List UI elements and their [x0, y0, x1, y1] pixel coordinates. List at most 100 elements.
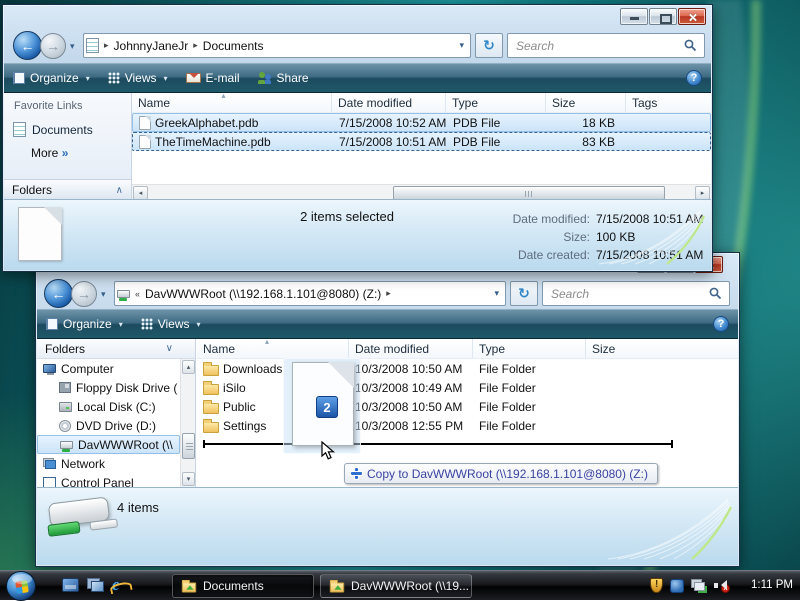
tree-item-floppy[interactable]: Floppy Disk Drive (: [37, 378, 180, 397]
column-header-size[interactable]: Size: [546, 93, 626, 112]
column-header-name[interactable]: ▴Name: [132, 93, 332, 112]
refresh-button[interactable]: ↻: [510, 281, 538, 306]
scroll-up-button[interactable]: ▴: [182, 360, 195, 374]
organize-button[interactable]: Organize▾: [13, 71, 90, 85]
forward-button[interactable]: →: [71, 281, 97, 307]
folder-icon: [203, 403, 219, 414]
tree-item-computer[interactable]: Computer: [37, 359, 180, 378]
tree-item-davwwwroot[interactable]: DavWWWRoot (\\: [37, 435, 180, 454]
chevron-down-icon: ▾: [119, 320, 123, 329]
search-icon[interactable]: [709, 287, 722, 300]
folders-tree-header[interactable]: Folders∨: [37, 339, 195, 359]
share-button[interactable]: Share: [258, 71, 309, 85]
table-row-settings[interactable]: Settings 10/3/2008 12:55 PM File Folder: [197, 416, 738, 435]
tree-item-control-panel[interactable]: Control Panel: [37, 473, 180, 487]
column-header-date[interactable]: Date modified: [332, 93, 446, 112]
address-bar[interactable]: ▸ JohnnyJaneJr ▸ Documents ▾: [83, 33, 471, 58]
taskbar-button-davwwwroot[interactable]: DavWWWRoot (\\19...: [320, 574, 472, 598]
column-header-tags[interactable]: Tags: [626, 93, 711, 112]
mouse-cursor: [321, 441, 339, 461]
breadcrumb-overflow-icon[interactable]: «: [132, 289, 143, 299]
restore-button[interactable]: [649, 8, 677, 25]
nav-history-chevron-icon[interactable]: ▾: [101, 289, 106, 300]
table-row-downloads[interactable]: Downloads 10/3/2008 10:50 AM File Folder: [197, 359, 738, 378]
document-large-icon: [18, 207, 62, 261]
folder-view: Favorite Links Documents More » Folders∧…: [4, 93, 711, 200]
folder-icon: [203, 365, 219, 376]
scroll-left-button[interactable]: ◂: [133, 186, 148, 200]
switch-windows-icon[interactable]: [87, 578, 104, 592]
explorer-window-davwwwroot: ← → ▾ « DavWWWRoot (\\192.168.1.101@8080…: [35, 252, 740, 567]
chevron-up-icon: ∧: [116, 185, 123, 196]
breadcrumb-davwwwroot[interactable]: DavWWWRoot (\\192.168.1.101@8080) (Z:): [143, 287, 383, 301]
organize-button[interactable]: Organize▾: [46, 317, 123, 331]
back-button[interactable]: ←: [13, 31, 42, 60]
chevron-down-icon: ∨: [166, 343, 173, 354]
horizontal-scrollbar[interactable]: ◂ ▸: [132, 184, 711, 200]
email-button[interactable]: E-mail: [186, 71, 240, 85]
table-row-thetimemachine[interactable]: TheTimeMachine.pdb 7/15/2008 10:51 AM PD…: [132, 132, 711, 151]
nav-history-chevron-icon[interactable]: ▾: [70, 41, 75, 52]
help-button[interactable]: [686, 70, 702, 86]
column-header-type[interactable]: Type: [473, 339, 586, 358]
details-pane: 4 items: [37, 487, 738, 565]
minimize-button[interactable]: [620, 8, 648, 25]
help-button[interactable]: [713, 316, 729, 332]
close-button[interactable]: [678, 8, 706, 25]
search-input[interactable]: Search: [507, 33, 705, 58]
network-drive-icon: [60, 441, 73, 449]
address-dropdown-icon[interactable]: ▾: [494, 288, 505, 299]
favorite-links-label: Favorite Links: [14, 100, 82, 112]
tree-item-dvd-drive[interactable]: DVD Drive (D:): [37, 416, 180, 435]
table-row-greekalphabet[interactable]: GreekAlphabet.pdb 7/15/2008 10:52 AM PDB…: [132, 113, 711, 132]
folder-icon: [203, 384, 219, 395]
views-button[interactable]: Views▾: [108, 71, 168, 85]
windows-update-icon[interactable]: [670, 579, 684, 593]
search-icon[interactable]: [684, 39, 697, 52]
start-button[interactable]: [6, 571, 36, 601]
column-header-size[interactable]: Size: [586, 339, 660, 358]
internet-explorer-icon[interactable]: e: [112, 575, 120, 595]
column-header-type[interactable]: Type: [446, 93, 546, 112]
folders-bar[interactable]: Folders∧: [4, 179, 131, 200]
address-dropdown-icon[interactable]: ▾: [459, 40, 470, 51]
breadcrumb-documents[interactable]: Documents: [201, 39, 266, 53]
column-header-date[interactable]: Date modified: [349, 339, 473, 358]
column-header-name[interactable]: ▴Name: [197, 339, 349, 358]
table-row-public[interactable]: Public 10/3/2008 10:50 AM File Folder: [197, 397, 738, 416]
tree-item-local-disk[interactable]: Local Disk (C:): [37, 397, 180, 416]
views-button[interactable]: Views▾: [141, 317, 201, 331]
folders-tree-pane: Folders∨ Computer Floppy Disk Drive ( Lo…: [37, 339, 196, 487]
scroll-right-button[interactable]: ▸: [695, 186, 710, 200]
breadcrumb-user[interactable]: JohnnyJaneJr: [112, 39, 191, 53]
show-desktop-icon[interactable]: [62, 578, 79, 592]
details-labels: Date modified: Size: Date created:: [404, 210, 590, 264]
tree-scrollbar[interactable]: ▴ ▾: [180, 359, 195, 487]
breadcrumb-separator-icon: ▸: [383, 288, 394, 299]
volume-muted-icon[interactable]: x: [714, 579, 730, 592]
file-icon: [139, 135, 151, 149]
system-tray: x: [650, 578, 730, 593]
forward-button[interactable]: →: [40, 33, 66, 59]
dvd-drive-icon: [59, 420, 71, 432]
scrollbar-thumb[interactable]: [182, 433, 195, 459]
security-shield-icon[interactable]: [650, 578, 663, 593]
sidebar-item-documents[interactable]: Documents: [13, 122, 93, 137]
address-bar[interactable]: « DavWWWRoot (\\192.168.1.101@8080) (Z:)…: [114, 281, 506, 306]
scrollbar-thumb[interactable]: [393, 186, 665, 200]
scroll-down-button[interactable]: ▾: [182, 472, 195, 486]
breadcrumb-separator-icon: ▸: [190, 40, 201, 51]
back-arrow-icon: ←: [45, 280, 72, 307]
network-status-icon[interactable]: [691, 579, 707, 592]
taskbar-button-documents[interactable]: Documents: [172, 574, 314, 598]
clock[interactable]: 1:11 PM: [751, 579, 793, 591]
tree-item-network[interactable]: Network: [37, 454, 180, 473]
details-pane: 2 items selected Date modified: Size: Da…: [4, 199, 711, 270]
back-button[interactable]: ←: [44, 279, 73, 308]
sidebar-more-link[interactable]: More »: [31, 146, 68, 160]
search-input[interactable]: Search: [542, 281, 730, 306]
views-icon: [141, 318, 153, 330]
chevron-down-icon: ▾: [164, 74, 168, 83]
table-row-isilo[interactable]: iSilo 10/3/2008 10:49 AM File Folder: [197, 378, 738, 397]
refresh-button[interactable]: ↻: [475, 33, 503, 58]
